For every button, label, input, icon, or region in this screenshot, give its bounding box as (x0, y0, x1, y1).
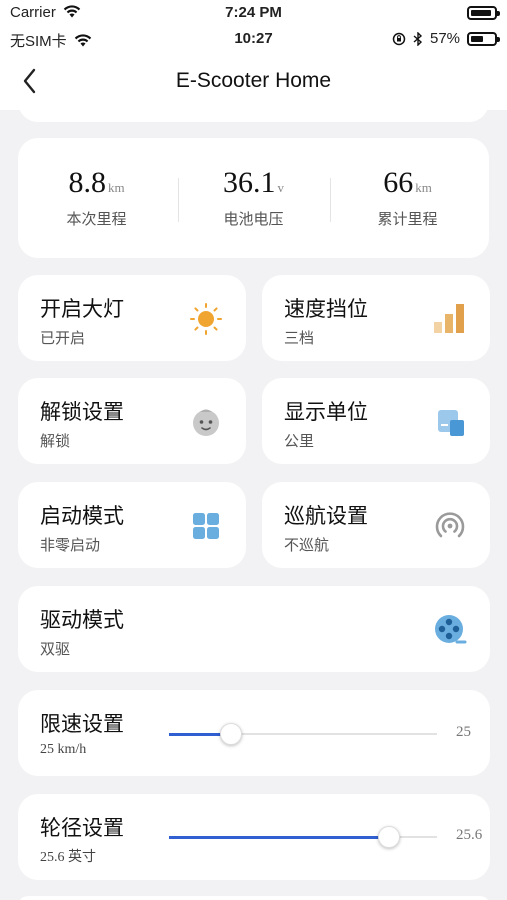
system-time: 7:24 PM (225, 4, 282, 21)
stat-unit: km (415, 180, 432, 195)
slider-fill (169, 835, 389, 839)
battery-icon (467, 6, 500, 20)
slider-thumb[interactable] (378, 826, 400, 848)
tile-status: 双驱 (40, 640, 71, 658)
tile-display-unit[interactable]: 显示单位 公里 (262, 378, 490, 464)
stat-unit: km (107, 180, 125, 195)
battery-percent: 57% (430, 30, 461, 47)
slider-value-label: 25 km/h (40, 742, 87, 757)
stat-value: 66 (383, 166, 414, 199)
tile-unlock[interactable]: 解锁设置 解锁 (18, 378, 246, 464)
slider-max-value: 25.6 (456, 827, 483, 843)
stat-label: 累计里程 (377, 210, 438, 228)
tile-speed-gear[interactable]: 速度挡位 三档 (262, 275, 490, 361)
tile-title: 启动模式 (40, 504, 124, 528)
stat-unit: v (277, 180, 285, 195)
tile-title: 解锁设置 (40, 400, 124, 424)
tile-cruise[interactable]: 巡航设置 不巡航 (262, 482, 490, 568)
page-title: E-Scooter Home (175, 69, 332, 92)
slider-max-value: 25 (456, 724, 471, 740)
tile-headlight[interactable]: 开启大灯 已开启 (18, 275, 246, 361)
speed-limit-slider[interactable] (169, 723, 437, 745)
stat-battery-voltage: 36.1 v 电池电压 (175, 166, 332, 229)
slider-title: 轮径设置 (40, 816, 124, 840)
signal-bars-icon (434, 304, 464, 333)
partial-card (18, 96, 489, 122)
tile-status: 不巡航 (284, 536, 330, 554)
tile-title: 驱动模式 (40, 608, 124, 632)
stats-card: 8.8 km 本次里程 36.1 v 电池电压 66 km 累计里程 (18, 138, 489, 258)
tile-title: 显示单位 (284, 400, 368, 424)
display-unit-icon (438, 410, 464, 436)
stat-label: 本次里程 (66, 210, 127, 228)
system-status-bar: Carrier 7:24 PM (0, 0, 507, 26)
stat-total-distance: 66 km 累计里程 (329, 166, 486, 229)
stat-label: 电池电压 (223, 210, 284, 228)
tile-drive-mode[interactable]: 驱动模式 双驱 (18, 586, 490, 672)
tile-status: 公里 (284, 432, 315, 450)
slider-value-label: 25.6 英寸 (40, 850, 96, 865)
slider-title: 限速设置 (40, 712, 124, 736)
tile-status: 解锁 (40, 432, 71, 450)
tile-status: 已开启 (40, 329, 86, 347)
sun-icon (190, 303, 222, 335)
tile-title: 开启大灯 (40, 297, 124, 321)
tile-status: 非零启动 (40, 536, 101, 554)
partial-card-bottom (18, 896, 490, 900)
slider-thumb[interactable] (220, 723, 242, 745)
stat-value: 36.1 (223, 166, 276, 199)
tile-start-mode[interactable]: 启动模式 非零启动 (18, 482, 246, 568)
film-reel-icon (435, 615, 467, 644)
tile-title: 速度挡位 (284, 297, 368, 321)
battery-icon (467, 32, 500, 46)
grid-icon (193, 513, 219, 539)
wheel-size-slider[interactable] (169, 826, 437, 848)
lock-rotation-icon (392, 32, 406, 46)
baby-face-icon (193, 409, 219, 436)
speed-limit-card: 限速设置 25 km/h 25 (18, 690, 490, 776)
wheel-size-card: 轮径设置 25.6 英寸 25.6 (18, 794, 490, 880)
stat-trip-distance: 8.8 km 本次里程 (18, 166, 175, 229)
tile-title: 巡航设置 (284, 504, 368, 528)
stat-value: 8.8 (68, 166, 106, 199)
tile-status: 三档 (284, 329, 315, 347)
cruise-icon (435, 512, 465, 538)
bluetooth-icon (413, 32, 423, 46)
app-status-bar: 无SIM卡 10:27 57% (0, 26, 507, 52)
